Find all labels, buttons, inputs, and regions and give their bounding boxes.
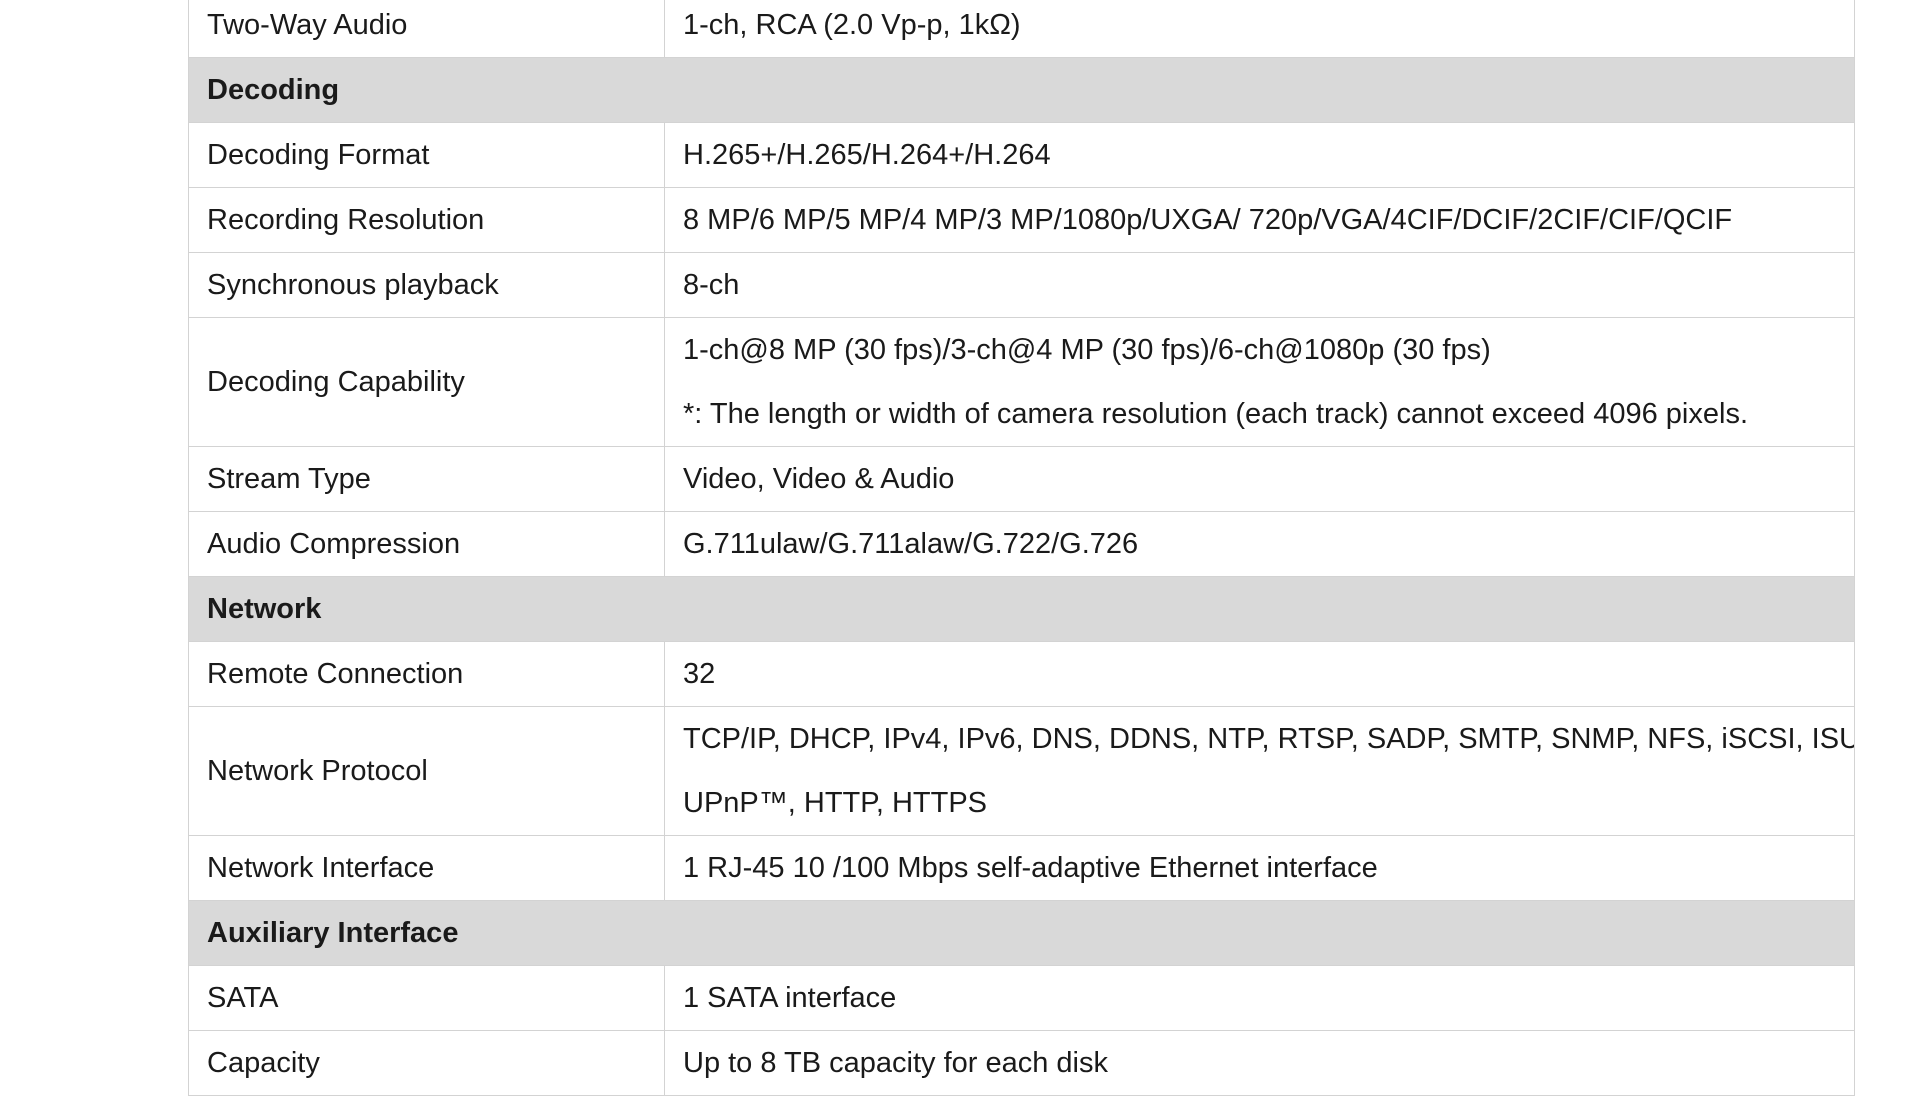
spec-label: Audio Compression [188,511,665,577]
spec-value-line: 1-ch@8 MP (30 fps)/3-ch@4 MP (30 fps)/6-… [683,334,1491,366]
spec-label: Remote Connection [188,641,665,707]
spec-label: Network Interface [188,835,665,901]
spec-row: Remote Connection 32 [188,641,1855,707]
spec-label: Stream Type [188,446,665,512]
spec-label: SATA [188,965,665,1031]
spec-value-line: TCP/IP, DHCP, IPv4, IPv6, DNS, DDNS, NTP… [683,723,1855,755]
spec-row: Two-Way Audio 1-ch, RCA (2.0 Vp-p, 1kΩ) [188,0,1855,58]
spec-row: Decoding Capability 1-ch@8 MP (30 fps)/3-… [188,317,1855,447]
spec-value: H.265+/H.265/H.264+/H.264 [664,122,1855,188]
spec-row: Decoding Format H.265+/H.265/H.264+/H.264 [188,122,1855,188]
spec-row: Recording Resolution 8 MP/6 MP/5 MP/4 MP/… [188,187,1855,253]
spec-value: Video, Video & Audio [664,446,1855,512]
spec-row: Network Protocol TCP/IP, DHCP, IPv4, IPv6… [188,706,1855,836]
spec-row: SATA 1 SATA interface [188,965,1855,1031]
spec-label: Decoding Format [188,122,665,188]
spec-value: TCP/IP, DHCP, IPv4, IPv6, DNS, DDNS, NTP… [664,706,1855,836]
spec-value: Up to 8 TB capacity for each disk [664,1030,1855,1096]
spec-value-line: UPnP™, HTTP, HTTPS [683,787,988,819]
spec-table: Two-Way Audio 1-ch, RCA (2.0 Vp-p, 1kΩ) De… [188,0,1855,1096]
section-header: Network [188,576,1855,642]
spec-row: Stream Type Video, Video & Audio [188,446,1855,512]
spec-value-line: *: The length or width of camera resolut… [683,398,1748,430]
spec-value: 32 [664,641,1855,707]
spec-label: Decoding Capability [188,317,665,447]
spec-row: Network Interface 1 RJ-45 10 /100 Mbps se… [188,835,1855,901]
spec-row: Audio Compression G.711ulaw/G.711alaw/G.7… [188,511,1855,577]
section-header-row: Decoding [188,57,1855,123]
spec-label: Network Protocol [188,706,665,836]
spec-label: Capacity [188,1030,665,1096]
spec-label: Synchronous playback [188,252,665,318]
spec-row: Capacity Up to 8 TB capacity for each dis… [188,1030,1855,1096]
section-header: Auxiliary Interface [188,900,1855,966]
spec-label: Two-Way Audio [188,0,665,58]
section-header: Decoding [188,57,1855,123]
spec-table-body: Two-Way Audio 1-ch, RCA (2.0 Vp-p, 1kΩ) De… [188,0,1855,1096]
spec-value: 8 MP/6 MP/5 MP/4 MP/3 MP/1080p/UXGA/ 720… [664,187,1855,253]
spec-value: 8-ch [664,252,1855,318]
spec-value: 1-ch, RCA (2.0 Vp-p, 1kΩ) [664,0,1855,58]
spec-value: 1-ch@8 MP (30 fps)/3-ch@4 MP (30 fps)/6-… [664,317,1855,447]
spec-value: G.711ulaw/G.711alaw/G.722/G.726 [664,511,1855,577]
spec-value: 1 RJ-45 10 /100 Mbps self-adaptive Ether… [664,835,1855,901]
spec-value: 1 SATA interface [664,965,1855,1031]
spec-label: Recording Resolution [188,187,665,253]
spec-row: Synchronous playback 8-ch [188,252,1855,318]
section-header-row: Auxiliary Interface [188,900,1855,966]
section-header-row: Network [188,576,1855,642]
